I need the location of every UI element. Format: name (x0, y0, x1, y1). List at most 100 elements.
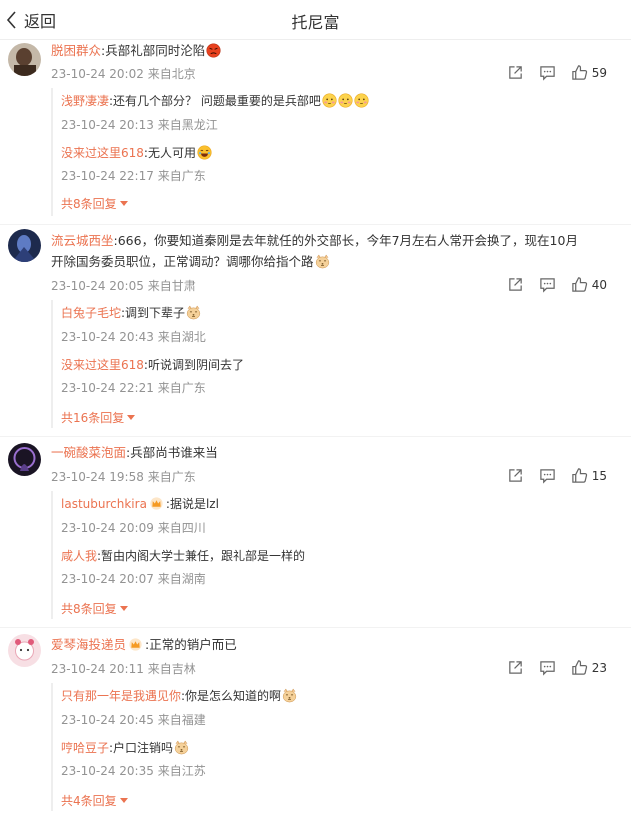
like-count: 23 (591, 660, 607, 675)
page-title: 托尼富 (291, 13, 340, 32)
reply-button[interactable] (539, 276, 556, 293)
reply-meta: 23-10-24 20:35 来自江苏 (61, 764, 206, 778)
avatar[interactable] (8, 443, 41, 476)
share-icon (507, 64, 524, 81)
like-button[interactable]: 23 (571, 659, 607, 676)
reply-username[interactable]: 浅野凄凄 (61, 94, 109, 108)
comment-meta: 23-10-24 19:58 来自广东 (51, 470, 196, 484)
comment-text: :兵部礼部同时沦陷 (101, 43, 206, 58)
triangle-down-icon (119, 798, 128, 803)
reply-username[interactable]: 只有那一年是我遇见你 (61, 689, 181, 703)
vip-crown-icon (150, 497, 163, 510)
reply-meta: 23-10-24 20:43 来自湖北 (61, 330, 206, 344)
divider (0, 436, 631, 437)
reply-text: :听说调到阴间去了 (143, 358, 244, 372)
like-button[interactable]: 15 (571, 467, 607, 484)
like-count: 15 (591, 468, 607, 483)
reply-item: 浅野凄凄:还有几个部分？ 问题最重要的是兵部吧 (61, 92, 369, 109)
comment-icon (539, 467, 556, 484)
share-icon (507, 467, 524, 484)
blush-emoji-icon (338, 93, 353, 108)
angry-emoji-icon (206, 43, 221, 58)
more-replies-link[interactable]: 共4条回复 (61, 792, 128, 809)
comment-icon (539, 276, 556, 293)
doge-emoji-icon (315, 254, 330, 269)
reply-text: :你是怎么知道的啊 (181, 689, 282, 703)
thumbs-up-icon (571, 276, 588, 293)
back-button[interactable]: 返回 (4, 6, 56, 34)
back-label: 返回 (24, 12, 57, 31)
comment-location: 来自北京 (147, 67, 196, 81)
reply-meta: 23-10-24 20:45 来自福建 (61, 713, 206, 727)
reply-list: 只有那一年是我遇见你:你是怎么知道的啊 23-10-24 20:45 来自福建 … (51, 683, 607, 811)
reply-item: 白兔子毛坨:调到下辈子 (61, 304, 201, 321)
comment-time: 23-10-24 20:02 (51, 67, 144, 81)
like-count: 59 (591, 65, 607, 80)
reply-item: 哼哈豆子:户口注销吗 (61, 739, 189, 756)
reply-text: :调到下辈子 (121, 306, 186, 320)
doge-emoji-icon (174, 740, 189, 755)
more-replies-link[interactable]: 共16条回复 (61, 409, 136, 426)
share-icon (507, 276, 524, 293)
reply-username[interactable]: 咸人我 (61, 549, 97, 563)
reply-button[interactable] (539, 64, 556, 81)
share-button[interactable] (507, 467, 524, 484)
like-button[interactable]: 59 (571, 64, 607, 81)
reply-text: :还有几个部分？ 问题最重要的是兵部吧 (109, 94, 321, 108)
share-button[interactable] (507, 276, 524, 293)
comment-text: :正常的销户而已 (145, 637, 237, 652)
like-button[interactable]: 40 (571, 276, 607, 293)
like-count: 40 (591, 277, 607, 292)
reply-username[interactable]: 哼哈豆子 (61, 741, 109, 755)
reply-item: 没来过这里618:无人可用 (61, 144, 212, 161)
thumbs-up-icon (571, 467, 588, 484)
reply-text: :无人可用 (143, 146, 196, 160)
blush-emoji-icon (354, 93, 369, 108)
doge-emoji-icon (186, 305, 201, 320)
reply-username[interactable]: 白兔子毛坨 (61, 306, 121, 320)
comment-username[interactable]: 爱琴海投递员 (51, 637, 126, 652)
reply-username[interactable]: 没来过这里618 (61, 358, 144, 372)
share-icon (507, 659, 524, 676)
more-replies-link[interactable]: 共8条回复 (61, 600, 128, 617)
reply-item: 咸人我:暂由内阁大学士兼任，跟礼部是一样的 (61, 547, 305, 564)
comment-username[interactable]: 脱困群众 (51, 43, 101, 58)
reply-meta: 23-10-24 22:21 来自广东 (61, 381, 206, 395)
comment-username[interactable]: 流云城西坐 (51, 233, 114, 248)
more-replies-link[interactable]: 共8条回复 (61, 195, 128, 212)
triangle-down-icon (119, 606, 128, 611)
reply-button[interactable] (539, 659, 556, 676)
comment-text: 开除国务委员职位，正常调动？调哪你给指个路 (51, 254, 314, 269)
top-bar: 返回 托尼富 (0, 0, 631, 40)
reply-username[interactable]: lastuburchkira (61, 497, 147, 511)
avatar[interactable] (8, 634, 41, 667)
reply-item: lastuburchkira :据说是lzl (61, 495, 219, 512)
reply-button[interactable] (539, 467, 556, 484)
reply-username[interactable]: 没来过这里618 (61, 146, 144, 160)
comment-actions: 59 (507, 64, 607, 81)
comment-text: :兵部尚书谁来当 (126, 445, 218, 460)
comment-meta: 23-10-24 20:11 来自吉林 (51, 662, 196, 676)
thumbs-up-icon (571, 659, 588, 676)
comment-meta: 23-10-24 20:05 来自甘肃 (51, 279, 196, 293)
share-button[interactable] (507, 659, 524, 676)
triangle-down-icon (119, 201, 128, 206)
reply-list: lastuburchkira:据说是lzl 23-10-24 20:09 来自四… (51, 491, 607, 619)
comment-actions: 15 (507, 467, 607, 484)
comment-icon (539, 659, 556, 676)
avatar[interactable] (8, 229, 41, 262)
vip-crown-icon (129, 638, 142, 651)
reply-meta: 23-10-24 20:07 来自湖南 (61, 572, 206, 586)
divider (0, 224, 631, 225)
comment-text: :666，你要知道秦刚是去年就任的外交部长，今年7月左右人常开会换了，现在10月 (113, 233, 578, 248)
share-button[interactable] (507, 64, 524, 81)
reply-text: :据说是lzl (165, 497, 219, 511)
reply-item: 只有那一年是我遇见你:你是怎么知道的啊 (61, 687, 297, 704)
reply-text: :暂由内阁大学士兼任，跟礼部是一样的 (97, 549, 306, 563)
thumbs-up-icon (571, 64, 588, 81)
avatar[interactable] (8, 43, 41, 76)
comment-username[interactable]: 一碗酸菜泡面 (51, 445, 126, 460)
reply-meta: 23-10-24 22:17 来自广东 (61, 169, 206, 183)
comment-meta: 23-10-24 20:02 来自北京 (51, 65, 196, 82)
divider (0, 627, 631, 628)
